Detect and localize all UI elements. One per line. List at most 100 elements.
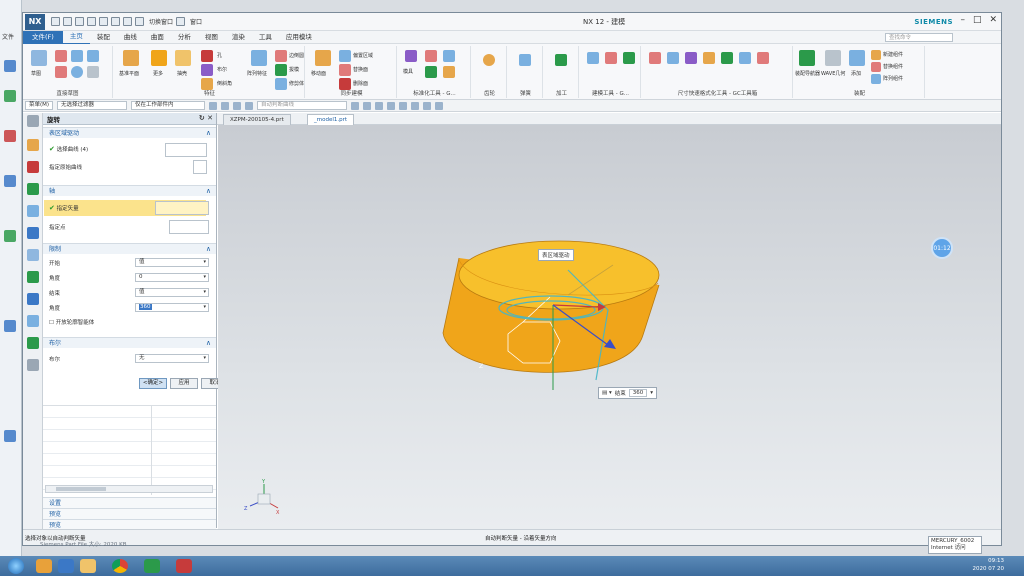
section-header[interactable]: 轴 ∧	[43, 185, 216, 196]
minimize-button[interactable]: –	[960, 15, 965, 25]
dimension-icon[interactable]	[757, 52, 769, 64]
apply-button[interactable]: 应用	[170, 378, 198, 389]
hole-icon[interactable]	[201, 50, 213, 62]
type-icon[interactable]: ▤ ▾	[602, 390, 612, 396]
tab-tools[interactable]: 工具	[252, 31, 279, 44]
tab-assembly[interactable]: 装配	[90, 31, 117, 44]
constraint-navigator-icon[interactable]	[27, 183, 39, 195]
wave-label[interactable]: WAVE几何	[821, 70, 845, 77]
pattern-icon[interactable]	[251, 50, 267, 66]
model-canvas[interactable]: Z Y Z X	[218, 125, 1001, 529]
replace-face-icon[interactable]	[339, 64, 351, 76]
network-notification[interactable]: MERCURY_6002 Internet 访问	[928, 536, 982, 554]
assembly-navigator-icon[interactable]	[27, 161, 39, 173]
specify-vector-row[interactable]: ✔ 指定矢量	[49, 204, 79, 212]
arc-icon[interactable]	[55, 66, 67, 78]
selection-scope-dropdown[interactable]: 仅在工作部件内	[131, 101, 206, 110]
settings-gear-icon[interactable]	[27, 115, 39, 127]
file-menu[interactable]: 文件(F)	[23, 30, 63, 44]
modeling-tool-icon[interactable]	[623, 52, 635, 64]
select-curve-row[interactable]: ✔ 选择曲线 (4)	[49, 145, 88, 153]
standard-tool-icon[interactable]	[443, 66, 455, 78]
part-navigator-icon[interactable]	[27, 139, 39, 151]
snap-point-icon[interactable]	[435, 101, 444, 110]
extrude-more-label[interactable]: 更多	[153, 70, 163, 77]
specify-point-row[interactable]: 指定点	[49, 223, 66, 231]
desktop-app-icon[interactable]	[4, 230, 16, 242]
snap-point-icon[interactable]	[375, 101, 384, 110]
taskbar-app-icon[interactable]	[144, 559, 160, 573]
maximize-button[interactable]: □	[973, 15, 982, 25]
section-header[interactable]: 表区域驱动 ∧	[43, 127, 216, 138]
selection-tool-icon[interactable]	[209, 101, 218, 110]
selection-tool-icon[interactable]	[233, 101, 242, 110]
role-icon[interactable]	[27, 271, 39, 283]
desktop-app-icon[interactable]	[4, 130, 16, 142]
selection-filter-dropdown[interactable]: 无选择过滤器	[57, 101, 128, 110]
chrome-icon[interactable]	[112, 559, 128, 573]
resource-tool-icon[interactable]	[27, 359, 39, 371]
menu-dropdown[interactable]: 菜单(M)	[25, 101, 54, 110]
curve-selection-buttons[interactable]	[165, 143, 207, 157]
line-icon[interactable]	[55, 50, 67, 62]
taskbar-app-icon[interactable]	[58, 559, 74, 573]
standard-tool-icon[interactable]	[425, 66, 437, 78]
emboss-icon[interactable]	[275, 64, 287, 76]
taskbar-app-icon[interactable]	[80, 559, 96, 573]
replace-component-icon[interactable]	[871, 62, 881, 72]
snap-point-icon[interactable]	[423, 101, 432, 110]
cut-icon[interactable]	[87, 17, 96, 26]
tab-render[interactable]: 渲染	[225, 31, 252, 44]
start-angle-input[interactable]: 0 ▾	[135, 273, 209, 282]
ok-button[interactable]: <确定>	[139, 378, 167, 389]
add-label[interactable]: 添加	[851, 70, 861, 77]
point-icon[interactable]	[87, 66, 99, 78]
end-type-select[interactable]: 值 ▾	[135, 288, 209, 297]
wave-icon[interactable]	[825, 50, 841, 66]
delete-face-label[interactable]: 删除面	[353, 80, 368, 87]
dimension-icon[interactable]	[739, 52, 751, 64]
standard-tool-icon[interactable]	[443, 50, 455, 62]
chamfer-label[interactable]: 倒斜角	[217, 80, 232, 87]
selection-tool-icon[interactable]	[221, 101, 230, 110]
window-label[interactable]: 窗口	[190, 17, 202, 26]
horizontal-scrollbar[interactable]	[45, 485, 213, 493]
nx-logo[interactable]: NX	[25, 13, 45, 30]
spring-icon[interactable]	[519, 54, 531, 66]
snap-point-icon[interactable]	[399, 101, 408, 110]
curve-rule-dropdown[interactable]: 自动判断曲线	[257, 101, 348, 110]
tab-home[interactable]: 主页	[62, 30, 90, 45]
tab-view[interactable]: 视图	[198, 31, 225, 44]
system-clock[interactable]: 09:13 2020 07 20	[973, 557, 1005, 573]
window-icon[interactable]	[176, 17, 186, 26]
add-component-icon[interactable]	[849, 50, 865, 66]
assembly-navigator-icon[interactable]	[799, 50, 815, 66]
polyline-icon[interactable]	[87, 50, 99, 62]
section-header[interactable]: 布尔 ∧	[43, 337, 216, 348]
open-profile-checkbox[interactable]: ☐ 开放轮廓智能体	[49, 318, 94, 326]
save-icon[interactable]	[51, 17, 60, 26]
array-component-icon[interactable]	[871, 74, 881, 84]
web-browser-icon[interactable]	[27, 227, 39, 239]
extrude-icon[interactable]	[151, 50, 167, 66]
boolean-label[interactable]: 布尔	[217, 66, 227, 73]
section-header[interactable]: 限制 ∧	[43, 243, 216, 254]
redo-icon[interactable]	[75, 17, 84, 26]
new-component-label[interactable]: 新建组件	[883, 51, 903, 58]
system-scene-icon[interactable]	[27, 293, 39, 305]
mold-label[interactable]: 模具	[403, 68, 413, 75]
snap-point-icon[interactable]	[351, 101, 360, 110]
offset-region-label[interactable]: 偏置区域	[353, 52, 373, 59]
move-face-icon[interactable]	[315, 50, 331, 66]
undo-icon[interactable]	[63, 17, 72, 26]
doc-tab-model1[interactable]: _model1.prt	[307, 114, 355, 125]
replace-component-label[interactable]: 替换组件	[883, 63, 903, 70]
snap-point-icon[interactable]	[363, 101, 372, 110]
shell-icon[interactable]	[175, 50, 191, 66]
sketch-section-button[interactable]	[193, 160, 207, 174]
sketch-label[interactable]: 草图	[31, 70, 41, 77]
tab-analysis[interactable]: 分析	[171, 31, 198, 44]
rectangle-icon[interactable]	[71, 50, 83, 62]
replace-face-label[interactable]: 替换面	[353, 66, 368, 73]
desktop-app-icon[interactable]	[4, 60, 16, 72]
